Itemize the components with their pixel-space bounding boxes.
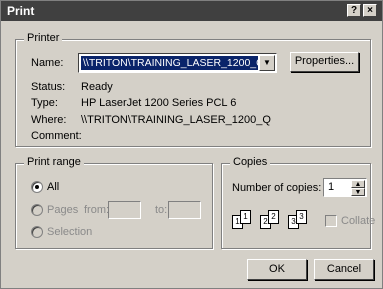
all-radio[interactable] <box>31 181 43 193</box>
selection-label: Selection <box>47 226 93 238</box>
printer-group-label: Printer <box>24 32 63 44</box>
help-button[interactable]: ? <box>347 4 361 17</box>
dialog-title: Print <box>7 4 35 18</box>
number-of-copies-value: 1 <box>328 181 335 193</box>
printer-name-value: \\TRITON\TRAINING_LASER_1200_Q <box>81 56 258 70</box>
from-label: from: <box>84 204 110 216</box>
to-label: to: <box>155 204 168 216</box>
properties-button[interactable]: Properties... <box>290 52 359 72</box>
print-range-group-label: Print range <box>24 156 84 168</box>
type-label: Type: <box>31 97 58 109</box>
copies-group: Copies <box>221 156 371 249</box>
printer-name-select[interactable]: \\TRITON\TRAINING_LASER_1200_Q ▼ <box>78 53 277 73</box>
status-value: Ready <box>81 81 113 93</box>
page-icon: 1 <box>240 210 251 224</box>
chevron-down-icon[interactable]: ▼ <box>259 55 275 71</box>
print-dialog: Print ? × Printer Name: \\TRITON\TRAININ… <box>0 0 383 289</box>
close-button[interactable]: × <box>363 4 377 17</box>
all-label: All <box>47 181 60 193</box>
radio-selected-dot <box>35 185 39 189</box>
from-page-input[interactable] <box>108 201 141 219</box>
where-label: Where: <box>31 114 67 126</box>
to-page-input[interactable] <box>168 201 201 219</box>
collate-label: Collate <box>341 215 376 227</box>
title-bar: Print ? × <box>1 1 382 21</box>
where-value: \\TRITON\TRAINING_LASER_1200_Q <box>81 114 271 126</box>
status-label: Status: <box>31 81 66 93</box>
copies-group-label: Copies <box>230 156 271 168</box>
spin-up-button[interactable]: ▲ <box>351 180 365 188</box>
pages-radio[interactable] <box>31 204 43 216</box>
ok-button[interactable]: OK <box>247 259 307 280</box>
comment-label: Comment: <box>31 130 82 142</box>
cancel-button[interactable]: Cancel <box>314 259 374 280</box>
type-value: HP LaserJet 1200 Series PCL 6 <box>81 97 237 109</box>
page-icon: 2 <box>268 210 279 224</box>
page-icon: 3 <box>296 210 307 224</box>
pages-label: Pages <box>47 204 79 216</box>
number-of-copies-label: Number of copies: <box>232 182 322 194</box>
selection-radio[interactable] <box>31 226 43 238</box>
printer-name-label: Name: <box>31 57 64 69</box>
collate-checkbox[interactable] <box>325 215 337 227</box>
spin-down-button[interactable]: ▼ <box>351 188 365 196</box>
